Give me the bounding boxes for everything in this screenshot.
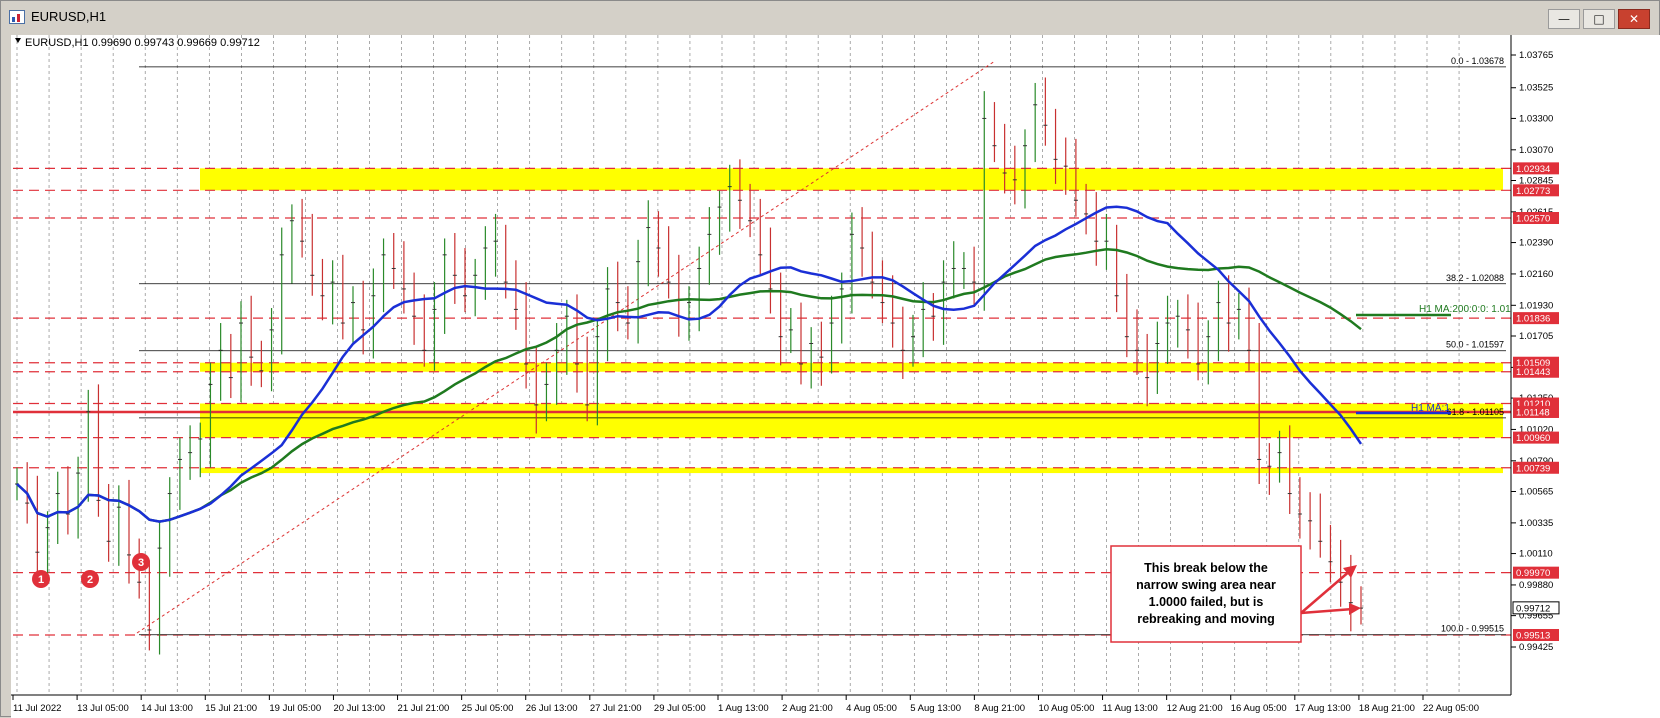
fib-label: 100.0 - 0.99515 [1441,624,1504,634]
yellow-zone [200,467,1503,474]
x-tick-label: 11 Jul 2022 [13,703,61,714]
x-tick-label: 13 Jul 05:00 [77,703,129,714]
x-tick-label: 21 Jul 21:00 [398,703,450,714]
fib-label: 50.0 - 1.01597 [1446,340,1504,350]
y-tick-label: 1.03300 [1519,113,1553,124]
y-tick-label: 1.03765 [1519,50,1553,61]
swing-marker-number: 3 [138,557,144,569]
swing-marker-number: 2 [87,574,93,586]
x-tick-label: 1 Aug 13:00 [718,703,769,714]
swing-marker-number: 1 [38,574,44,586]
y-tick-label: 1.01930 [1519,300,1553,311]
level-tag-label: 0.99970 [1516,568,1550,579]
annotation-line-4: rebreaking and moving [1137,612,1275,626]
yellow-zone [200,168,1503,191]
level-tag-label: 1.01836 [1516,314,1550,325]
y-tick-label: 0.99425 [1519,642,1553,653]
chart-area[interactable]: 0.0 - 1.03678 38.2 - 1.02088 50.0 - 1.0159… [11,35,1660,718]
x-tick-label: 8 Aug 21:00 [974,703,1025,714]
level-tag-label: 1.02773 [1516,186,1550,197]
y-tick-label: 1.02160 [1519,269,1553,280]
yellow-zone [200,362,1503,372]
fib-label: 38.2 - 1.02088 [1446,273,1504,283]
x-tick-label: 14 Jul 13:00 [141,703,193,714]
fib-label: 0.0 - 1.03678 [1451,56,1504,66]
x-tick-label: 26 Jul 13:00 [526,703,578,714]
y-tick-label: 1.00565 [1519,486,1553,497]
x-tick-label: 11 Aug 13:00 [1103,703,1158,714]
level-tag-label: 0.99513 [1516,630,1550,641]
level-tag-label: 1.01148 [1516,407,1550,418]
x-tick-label: 10 Aug 05:00 [1038,703,1094,714]
level-tag-label: 1.01443 [1516,367,1550,378]
ma100-label: H1 MA:1 [1411,403,1450,414]
close-button[interactable]: ✕ [1618,9,1650,29]
y-tick-label: 1.03070 [1519,145,1553,156]
chart-background [11,35,1660,718]
x-tick-label: 25 Jul 05:00 [462,703,514,714]
minimize-button[interactable]: — [1548,9,1580,29]
x-tick-label: 16 Aug 05:00 [1231,703,1287,714]
annotation-line-1: This break below the [1144,561,1268,575]
x-tick-label: 19 Jul 05:00 [269,703,321,714]
level-tag-label: 1.02570 [1516,214,1550,225]
maximize-button[interactable]: □ [1583,9,1615,29]
terminal-window: EURUSD,H1 — □ ✕ 0.0 - 1.03678 38.2 - 1.02… [0,0,1660,718]
annotation-callout: This break below the narrow swing area n… [1110,545,1302,643]
x-tick-label: 4 Aug 05:00 [846,703,897,714]
y-tick-label: 1.00110 [1519,549,1553,560]
window-title: EURUSD,H1 [31,9,107,24]
annotation-line-3: 1.0000 failed, but is [1149,595,1264,609]
x-tick-label: 22 Aug 05:00 [1423,703,1479,714]
x-tick-label: 15 Jul 21:00 [205,703,257,714]
x-tick-label: 5 Aug 13:00 [910,703,961,714]
level-tag-label: 1.00739 [1516,463,1550,474]
x-tick-label: 20 Jul 13:00 [333,703,385,714]
x-tick-label: 12 Aug 21:00 [1167,703,1223,714]
chart-header-text: EURUSD,H1 0.99690 0.99743 0.99669 0.9971… [25,37,260,49]
level-tag-label: 1.02934 [1516,164,1550,175]
x-tick-label: 2 Aug 21:00 [782,703,833,714]
x-tick-label: 27 Jul 21:00 [590,703,642,714]
x-tick-label: 17 Aug 13:00 [1295,703,1351,714]
y-tick-label: 1.03525 [1519,83,1553,94]
y-tick-label: 1.01705 [1519,331,1553,342]
y-tick-label: 1.00335 [1519,518,1553,529]
y-tick-label: 0.99880 [1519,580,1553,591]
y-tick-label: 1.02390 [1519,238,1553,249]
price-chart[interactable]: 0.0 - 1.03678 38.2 - 1.02088 50.0 - 1.0159… [11,35,1660,718]
x-tick-label: 29 Jul 05:00 [654,703,706,714]
title-bar[interactable]: EURUSD,H1 — □ ✕ [1,1,1659,35]
x-tick-label: 18 Aug 21:00 [1359,703,1415,714]
level-tag-label: 1.00960 [1516,433,1550,444]
annotation-line-2: narrow swing area near [1136,578,1276,592]
chart-window-icon [9,10,25,24]
fib-label: 61.8 - 1.01105 [1447,407,1504,417]
current-price-label: 0.99712 [1516,603,1550,614]
